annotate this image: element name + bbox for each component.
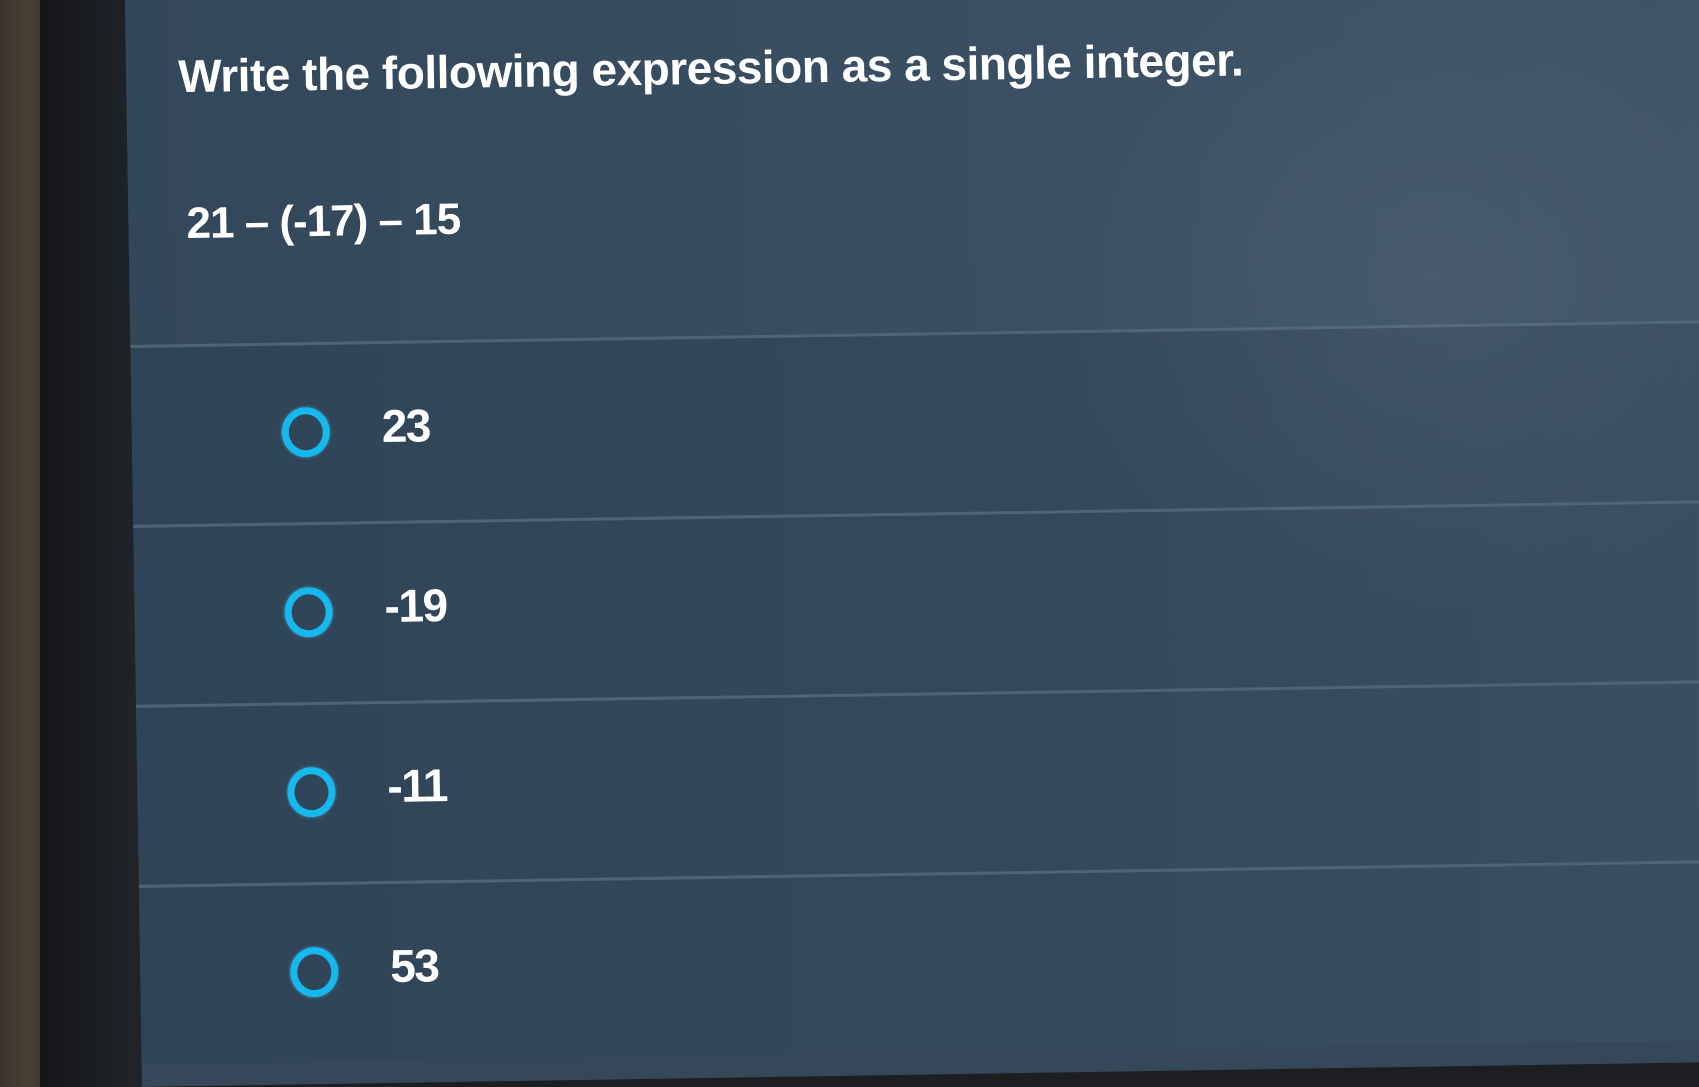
quiz-screen: Write the following expression as a sing… bbox=[125, 0, 1699, 1087]
radio-button-icon[interactable] bbox=[287, 766, 336, 818]
answer-option-label: -19 bbox=[384, 579, 447, 632]
answer-options: 23 -19 -11 53 bbox=[130, 319, 1699, 1065]
radio-button-icon[interactable] bbox=[289, 946, 339, 998]
math-expression: 21 – (-17) – 15 bbox=[186, 194, 461, 249]
answer-option-label: 53 bbox=[389, 939, 439, 992]
question-prompt: Write the following expression as a sing… bbox=[177, 33, 1244, 103]
radio-button-icon[interactable] bbox=[281, 406, 331, 458]
answer-option-3[interactable]: -11 bbox=[136, 679, 1699, 885]
answer-option-1[interactable]: 23 bbox=[130, 319, 1699, 525]
answer-option-2[interactable]: -19 bbox=[133, 499, 1699, 705]
answer-option-label: 23 bbox=[381, 399, 431, 453]
photo-frame: Write the following expression as a sing… bbox=[0, 0, 1699, 1087]
question-area: Write the following expression as a sing… bbox=[125, 0, 1699, 345]
answer-option-4[interactable]: 53 bbox=[138, 859, 1699, 1065]
answer-option-label: -11 bbox=[386, 759, 448, 812]
radio-button-icon[interactable] bbox=[284, 586, 334, 638]
